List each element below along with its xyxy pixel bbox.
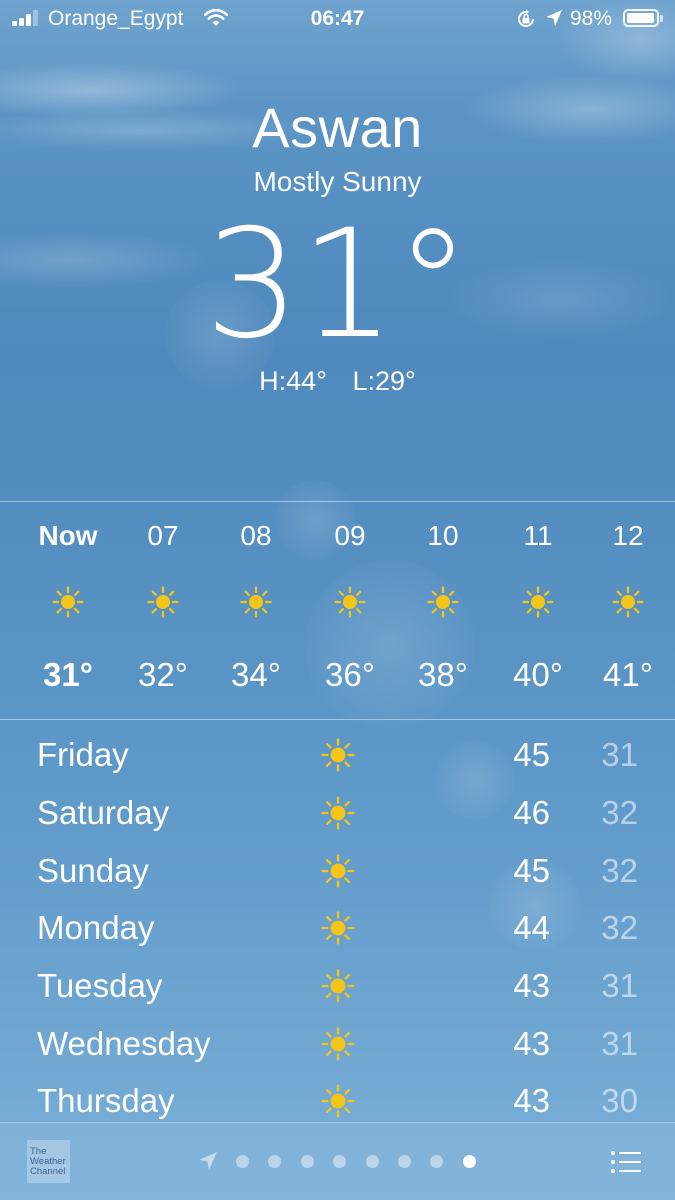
sun-icon	[240, 586, 272, 618]
hour-temperature: 32°	[138, 656, 188, 693]
day-low: 30	[601, 1082, 638, 1119]
hour-label: 09	[334, 520, 366, 551]
day-name: Tuesday	[37, 967, 163, 1004]
page-dot[interactable]	[301, 1155, 314, 1168]
day-high: 43	[513, 1082, 550, 1119]
current-location-icon[interactable]	[198, 1151, 218, 1176]
page-dot[interactable]	[430, 1155, 443, 1168]
sun-icon	[612, 586, 644, 618]
daily-row: Wednesday 43 31	[0, 1015, 675, 1072]
daily-row: Friday 45 31	[0, 726, 675, 783]
day-high: 44	[513, 909, 550, 946]
sun-icon	[334, 586, 366, 618]
hour-label: 07	[147, 520, 179, 551]
day-name: Sunday	[37, 852, 149, 889]
high-low: H:44° L:29°	[0, 366, 675, 397]
hour-label: Now	[38, 520, 98, 551]
day-name: Thursday	[37, 1082, 175, 1119]
sun-icon	[321, 854, 355, 888]
battery-level-fill	[627, 13, 655, 23]
page-dot[interactable]	[398, 1155, 411, 1168]
daily-row: Saturday 46 32	[0, 784, 675, 841]
divider	[0, 719, 675, 720]
page-dot-active[interactable]	[463, 1155, 476, 1168]
hour-temperature: 36°	[325, 656, 375, 693]
bottom-toolbar: The Weather Channel	[0, 1122, 675, 1200]
daily-row: Monday 44 32	[0, 899, 675, 956]
day-low: 32	[601, 852, 638, 889]
day-high: 43	[513, 1025, 550, 1062]
location-arrow-icon	[545, 9, 563, 33]
day-high: 45	[513, 736, 550, 773]
sun-icon	[522, 586, 554, 618]
hour-label: 08	[240, 520, 272, 551]
day-high: 43	[513, 967, 550, 1004]
day-name: Friday	[37, 736, 129, 773]
current-temperature: 31°	[204, 198, 471, 372]
condition-text: Mostly Sunny	[253, 166, 422, 197]
hour-temperature: 40°	[513, 656, 563, 693]
sun-icon	[321, 1027, 355, 1061]
hour-label: 11	[523, 520, 553, 551]
orientation-lock-icon	[516, 9, 536, 35]
status-bar: Orange_Egypt 06:47 98%	[0, 0, 675, 38]
high-temperature: H:44°	[259, 366, 327, 396]
city-name: Aswan	[252, 96, 423, 159]
low-temperature: L:29°	[352, 366, 416, 396]
battery-icon	[623, 9, 659, 27]
weather-channel-logo[interactable]: The Weather Channel	[27, 1140, 70, 1183]
battery-cap	[660, 15, 663, 22]
day-low: 31	[601, 967, 638, 1004]
sun-icon	[52, 586, 84, 618]
hour-temperature: 34°	[231, 656, 281, 693]
hour-temperature: 38°	[418, 656, 468, 693]
day-low: 31	[601, 1025, 638, 1062]
hour-temperature: 41°	[603, 656, 653, 693]
day-high: 46	[513, 794, 550, 831]
day-high: 45	[513, 852, 550, 889]
sun-icon	[321, 1084, 355, 1118]
day-low: 32	[601, 794, 638, 831]
daily-row: Tuesday 43 31	[0, 957, 675, 1014]
sun-icon	[427, 586, 459, 618]
page-dot[interactable]	[366, 1155, 379, 1168]
hour-label: 12	[612, 520, 644, 551]
sun-icon	[147, 586, 179, 618]
day-name: Wednesday	[37, 1025, 211, 1062]
city-list-icon[interactable]	[610, 1149, 642, 1180]
sun-icon	[321, 738, 355, 772]
hour-temperature: 31°	[43, 656, 93, 693]
page-dot[interactable]	[236, 1155, 249, 1168]
daily-forecast[interactable]: Friday 45 31 Saturday 46 32 Sunday 45 32…	[0, 726, 675, 1121]
sun-icon	[321, 911, 355, 945]
daily-row: Sunday 45 32	[0, 842, 675, 899]
daily-row: Thursday 43 30	[0, 1072, 675, 1121]
hour-label: 10	[427, 520, 459, 551]
day-name: Saturday	[37, 794, 170, 831]
sun-icon	[321, 969, 355, 1003]
logo-line: Channel	[30, 1166, 66, 1177]
page-dot[interactable]	[268, 1155, 281, 1168]
page-dot[interactable]	[333, 1155, 346, 1168]
battery-percent: 98%	[570, 7, 613, 30]
day-low: 31	[601, 736, 638, 773]
day-low: 32	[601, 909, 638, 946]
day-name: Monday	[37, 909, 155, 946]
sun-icon	[321, 796, 355, 830]
hourly-forecast[interactable]: Now 31° 07 32° 08 34° 09 36° 10 38° 11 4…	[0, 502, 675, 719]
